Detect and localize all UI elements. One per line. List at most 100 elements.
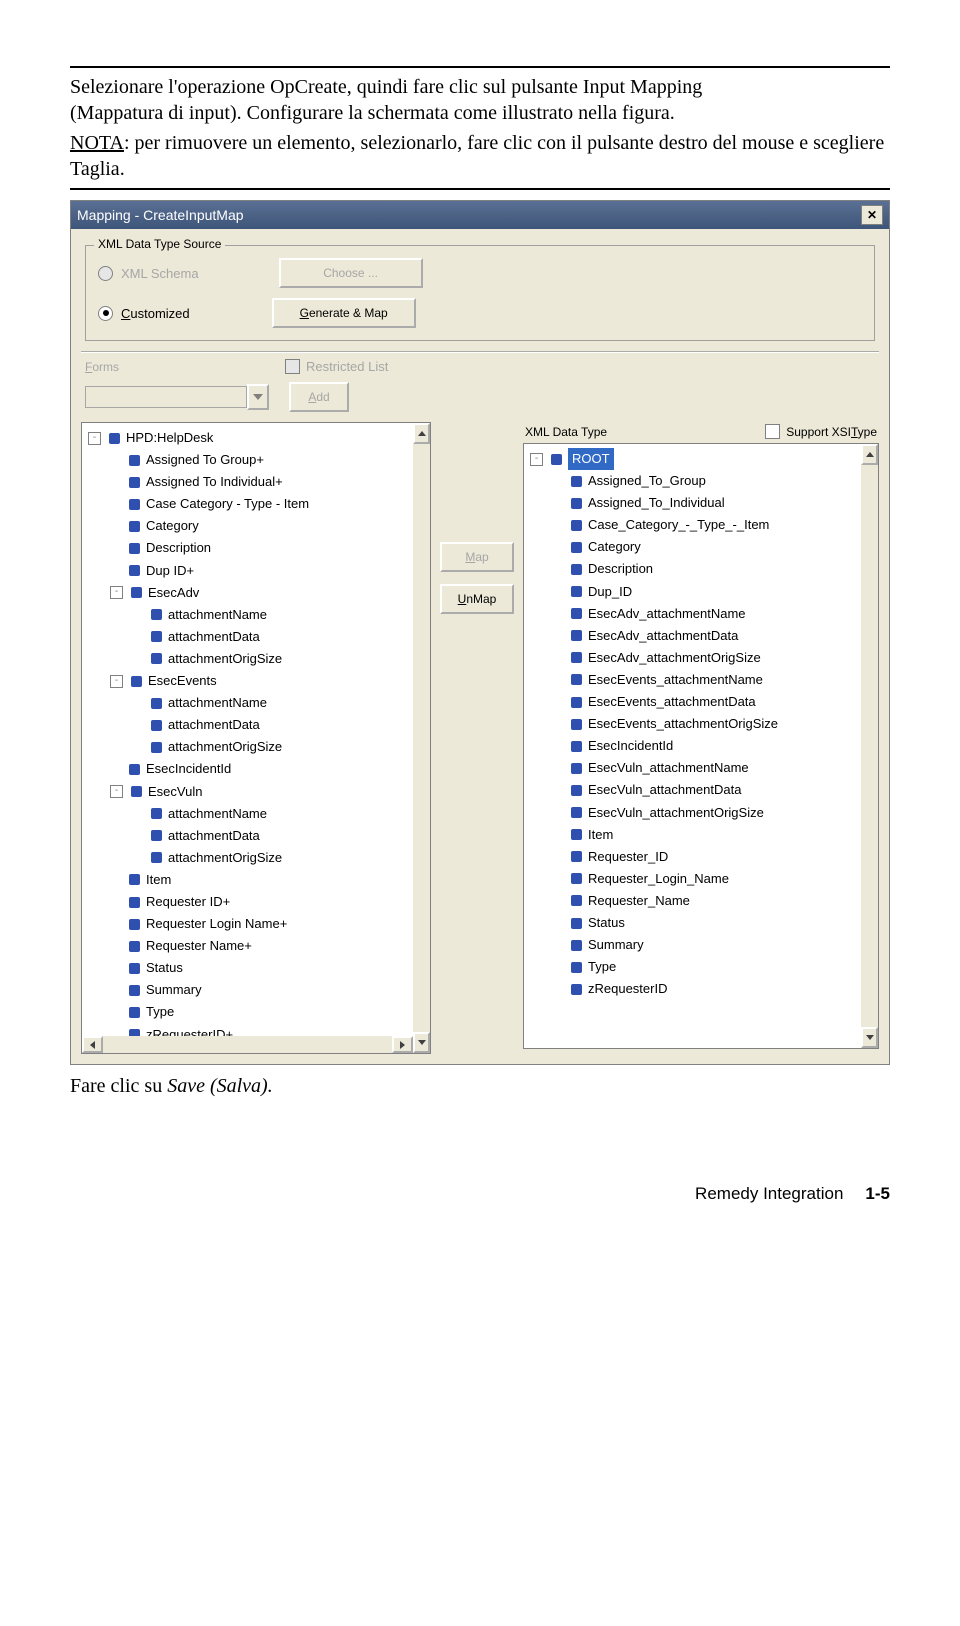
tree-node[interactable]: Requester_Name — [552, 890, 876, 912]
scroll-left-button[interactable] — [82, 1036, 103, 1053]
tree-node[interactable]: EsecEvents_attachmentOrigSize — [552, 713, 876, 735]
tree-node[interactable]: Description — [552, 558, 876, 580]
left-vscroll[interactable] — [413, 423, 430, 1053]
tree-node[interactable]: EsecVuln_attachmentData — [552, 779, 876, 801]
node-label: Requester Login Name+ — [146, 913, 287, 935]
tree-node[interactable]: EsecAdv_attachmentName — [552, 603, 876, 625]
expander-icon[interactable]: - — [88, 432, 101, 445]
tree-node[interactable]: EsecAdv_attachmentOrigSize — [552, 647, 876, 669]
node-icon — [129, 963, 140, 974]
tree-node[interactable]: Assigned To Individual+ — [110, 471, 428, 493]
node-label: attachmentOrigSize — [168, 847, 282, 869]
left-tree[interactable]: -HPD:HelpDeskAssigned To Group+Assigned … — [81, 422, 431, 1054]
tree-node[interactable]: Requester Name+ — [110, 935, 428, 957]
tree-node[interactable]: EsecIncidentId — [552, 735, 876, 757]
tree-node[interactable]: Dup ID+ — [110, 560, 428, 582]
tree-node[interactable]: attachmentName — [132, 604, 428, 626]
node-label: Assigned_To_Group — [588, 470, 706, 492]
node-label: Case Category - Type - Item — [146, 493, 309, 515]
tree-node[interactable]: Dup_ID — [552, 581, 876, 603]
tree-node[interactable]: attachmentOrigSize — [132, 648, 428, 670]
support-xsi-checkbox[interactable] — [765, 424, 780, 439]
tree-node[interactable]: EsecVuln_attachmentOrigSize — [552, 802, 876, 824]
right-vscroll[interactable] — [861, 444, 878, 1048]
tree-node[interactable]: Assigned_To_Individual — [552, 492, 876, 514]
node-icon — [129, 1007, 140, 1018]
node-icon — [129, 985, 140, 996]
node-label: attachmentName — [168, 604, 267, 626]
tree-node[interactable]: - EsecEvents — [110, 670, 428, 692]
scroll-down-button[interactable] — [861, 1027, 878, 1048]
tree-node[interactable]: Summary — [552, 934, 876, 956]
node-icon — [109, 433, 120, 444]
tree-node[interactable]: attachmentOrigSize — [132, 736, 428, 758]
scroll-up-button[interactable] — [861, 444, 878, 465]
expander-icon[interactable]: - — [110, 586, 123, 599]
tree-node[interactable]: Requester ID+ — [110, 891, 428, 913]
tree-node[interactable]: zRequesterID — [552, 978, 876, 1000]
tree-node[interactable]: attachmentData — [132, 714, 428, 736]
tree-node[interactable]: EsecEvents_attachmentName — [552, 669, 876, 691]
note-para: NOTA: per rimuovere un elemento, selezio… — [70, 130, 890, 182]
titlebar[interactable]: Mapping - CreateInputMap ✕ — [71, 201, 889, 229]
node-label: EsecAdv — [148, 582, 199, 604]
generate-map-button[interactable]: Generate & Map — [272, 298, 416, 328]
node-label: Status — [146, 957, 183, 979]
node-icon — [571, 719, 582, 730]
node-label: EsecEvents — [148, 670, 217, 692]
tree-node[interactable]: attachmentName — [132, 692, 428, 714]
tree-node[interactable]: Case Category - Type - Item — [110, 493, 428, 515]
tree-node[interactable]: Type — [552, 956, 876, 978]
tree-node[interactable]: Item — [110, 869, 428, 891]
expander-icon[interactable]: - — [110, 785, 123, 798]
node-icon — [129, 499, 140, 510]
node-icon — [571, 674, 582, 685]
tree-node[interactable]: Category — [110, 515, 428, 537]
tree-node[interactable]: -HPD:HelpDesk — [88, 427, 428, 449]
tree-node[interactable]: attachmentOrigSize — [132, 847, 428, 869]
tree-node[interactable]: Summary — [110, 979, 428, 1001]
radio-customized[interactable] — [98, 306, 113, 321]
tree-node[interactable]: attachmentData — [132, 626, 428, 648]
unmap-button[interactable]: UnMap — [440, 584, 514, 614]
tree-node[interactable]: Requester Login Name+ — [110, 913, 428, 935]
tree-node[interactable]: Item — [552, 824, 876, 846]
chevron-right-icon — [400, 1041, 405, 1049]
support-xsi-label: Support XSIType — [786, 425, 877, 439]
tree-node[interactable]: Description — [110, 537, 428, 559]
tree-node[interactable]: - EsecAdv — [110, 582, 428, 604]
tree-node[interactable]: EsecAdv_attachmentData — [552, 625, 876, 647]
node-icon — [129, 543, 140, 554]
tree-node[interactable]: Assigned_To_Group — [552, 470, 876, 492]
left-hscroll[interactable] — [82, 1036, 413, 1053]
close-button[interactable]: ✕ — [861, 205, 883, 225]
tree-node[interactable]: Case_Category_-_Type_-_Item — [552, 514, 876, 536]
tree-node[interactable]: attachmentName — [132, 803, 428, 825]
node-label: EsecVuln_attachmentName — [588, 757, 749, 779]
tree-node[interactable]: Type — [110, 1001, 428, 1023]
tree-node[interactable]: Status — [110, 957, 428, 979]
scroll-up-button[interactable] — [413, 423, 430, 444]
expander-icon[interactable]: - — [530, 453, 543, 466]
scroll-right-button[interactable] — [392, 1036, 413, 1053]
tree-node[interactable]: EsecEvents_attachmentData — [552, 691, 876, 713]
node-icon — [571, 763, 582, 774]
tree-node[interactable]: EsecIncidentId — [110, 758, 428, 780]
node-icon — [571, 807, 582, 818]
expander-icon[interactable]: - — [110, 675, 123, 688]
instruction-para-1: Selezionare l'operazione OpCreate, quind… — [70, 74, 890, 126]
tree-node[interactable]: Requester_ID — [552, 846, 876, 868]
tree-node[interactable]: -EsecVuln — [110, 781, 428, 803]
tree-node[interactable]: Assigned To Group+ — [110, 449, 428, 471]
tree-node[interactable]: Status — [552, 912, 876, 934]
node-icon — [151, 830, 162, 841]
tree-node[interactable]: EsecVuln_attachmentName — [552, 757, 876, 779]
tree-node[interactable]: -ROOT — [530, 448, 876, 470]
scroll-down-button[interactable] — [413, 1032, 430, 1053]
tree-node[interactable]: attachmentData — [132, 825, 428, 847]
tree-node[interactable]: Requester_Login_Name — [552, 868, 876, 890]
tree-node[interactable]: Category — [552, 536, 876, 558]
right-tree[interactable]: -ROOTAssigned_To_GroupAssigned_To_Indivi… — [523, 443, 879, 1049]
node-icon — [129, 919, 140, 930]
forms-combo — [85, 384, 269, 410]
